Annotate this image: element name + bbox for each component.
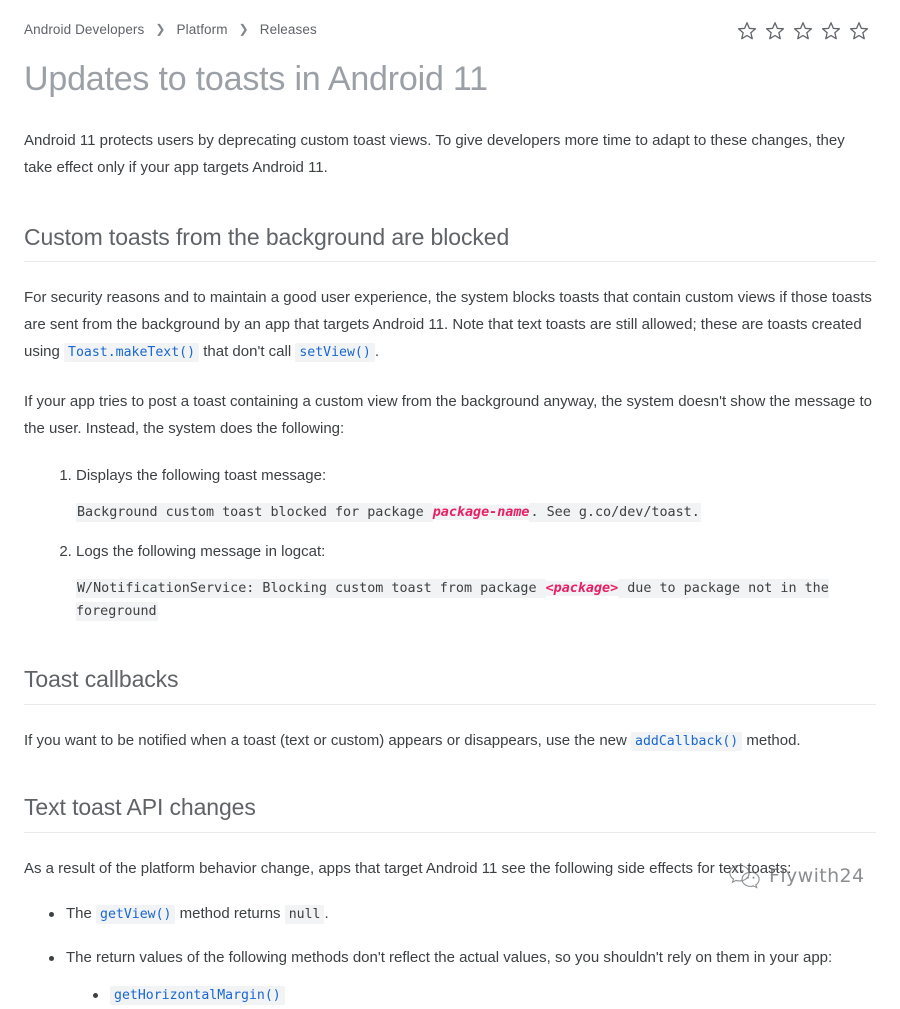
breadcrumb-item-android-developers[interactable]: Android Developers	[24, 22, 144, 37]
inline-code-setview[interactable]: setView()	[295, 343, 375, 363]
code-text: W/NotificationService: Blocking custom t…	[76, 579, 546, 599]
list-item: Logs the following message in logcat: W/…	[76, 538, 876, 623]
star-outline-icon[interactable]	[764, 20, 786, 42]
list-item: Displays the following toast message: Ba…	[76, 462, 876, 524]
step-text: Logs the following message in logcat:	[76, 543, 326, 561]
inline-code-null: null	[284, 905, 325, 925]
chevron-right-icon: ❯	[155, 21, 166, 36]
section-text-toast-api-changes: Text toast API changes As a result of th…	[24, 793, 876, 1009]
section-heading: Text toast API changes	[24, 793, 876, 834]
section-paragraph: If you want to be notified when a toast …	[24, 727, 876, 755]
sub-bullet-list: getHorizontalMargin()	[66, 981, 876, 1009]
section-custom-toasts-blocked: Custom toasts from the background are bl…	[24, 223, 876, 624]
intro-paragraph: Android 11 protects users by deprecating…	[24, 131, 845, 176]
breadcrumb: Android Developers ❯ Platform ❯ Releases	[24, 22, 317, 37]
breadcrumb-item-platform[interactable]: Platform	[177, 22, 228, 37]
bullet-text: The	[66, 905, 97, 923]
section-toast-callbacks: Toast callbacks If you want to be notifi…	[24, 665, 876, 755]
bullet-text: method returns	[175, 905, 285, 923]
section-paragraph: For security reasons and to maintain a g…	[24, 284, 876, 366]
inline-code-getview[interactable]: getView()	[96, 905, 176, 925]
bullet-list: The getView() method returns null. The r…	[24, 900, 876, 1009]
inline-code-addcallback[interactable]: addCallback()	[631, 732, 743, 752]
code-text: Background custom toast blocked for pack…	[76, 503, 433, 523]
section-heading: Toast callbacks	[24, 665, 876, 706]
star-outline-icon[interactable]	[736, 20, 758, 42]
code-block-toast-message: Background custom toast blocked for pack…	[76, 501, 876, 524]
paragraph-text: .	[374, 343, 379, 361]
star-outline-icon[interactable]	[792, 20, 814, 42]
code-variable: package-name	[432, 505, 530, 521]
ordered-step-list: Displays the following toast message: Ba…	[24, 462, 876, 623]
step-text: Displays the following toast message:	[76, 467, 327, 485]
code-block-logcat-message: W/NotificationService: Blocking custom t…	[76, 577, 876, 623]
list-item: The return values of the following metho…	[49, 944, 876, 1009]
paragraph-text: method.	[742, 732, 801, 750]
document-page: Android Developers ❯ Platform ❯ Releases	[0, 0, 900, 1009]
paragraph-text: that don't call	[199, 343, 296, 361]
breadcrumb-item-releases[interactable]: Releases	[260, 22, 317, 37]
star-outline-icon[interactable]	[820, 20, 842, 42]
inline-code-gethorizontalmargin[interactable]: getHorizontalMargin()	[110, 986, 285, 1006]
list-item: getHorizontalMargin()	[93, 981, 876, 1009]
section-paragraph: If your app tries to post a toast contai…	[24, 393, 873, 438]
rating-stars[interactable]	[736, 20, 876, 42]
paragraph-text: If you want to be notified when a toast …	[24, 732, 632, 750]
bullet-text: The return values of the following metho…	[66, 949, 833, 967]
code-variable: <package>	[545, 581, 619, 597]
page-title: Updates to toasts in Android 11	[24, 60, 488, 98]
inline-code-toast-maketext[interactable]: Toast.makeText()	[64, 343, 200, 363]
code-text: . See g.co/dev/toast.	[529, 503, 701, 523]
section-heading: Custom toasts from the background are bl…	[24, 223, 876, 263]
bullet-text: .	[324, 905, 329, 923]
chevron-right-icon: ❯	[238, 21, 249, 36]
document-topbar: Android Developers ❯ Platform ❯ Releases	[24, 0, 876, 44]
star-outline-icon[interactable]	[848, 20, 870, 42]
section-paragraph: As a result of the platform behavior cha…	[24, 860, 792, 878]
list-item: The getView() method returns null.	[49, 900, 876, 928]
